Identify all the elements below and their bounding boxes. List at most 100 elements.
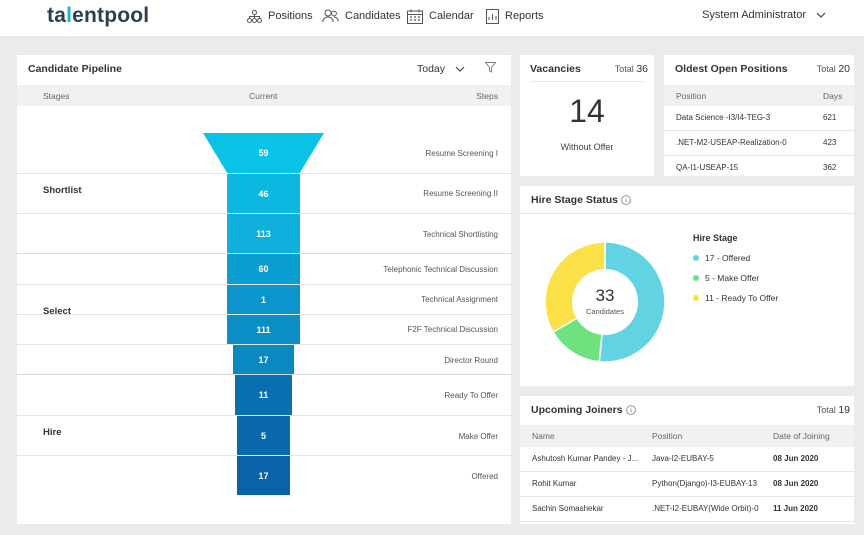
col-name: Name [532,431,555,441]
funnel-value: 46 [258,188,269,199]
calendar-icon [407,9,423,24]
nav-candidates-label: Candidates [345,10,401,22]
funnel-segment[interactable]: 1 [227,285,300,314]
funnel-segment[interactable]: 113 [227,214,300,253]
date-cell: 08 Jun 2020 [773,454,819,463]
position-cell: Python(Django)-I3-EUBAY-13 [652,479,757,488]
report-icon [486,8,499,24]
step-label: Make Offer [458,432,498,441]
stage-hire: Hire [43,427,62,438]
date-cell: 11 Jun 2020 [773,504,818,513]
funnel-segment[interactable]: 5 [237,416,290,455]
oldest-total: Total 20 [816,63,850,75]
pipeline-header: Stages Current Steps [17,85,511,106]
chevron-down-icon [455,66,465,72]
table-row[interactable]: Sachin Somashekar .NET-I2-EUBAY(Wide Orb… [520,497,854,522]
col-position: Position [652,431,683,441]
name-cell[interactable]: Sachin Somashekar [532,504,646,513]
donut-center-value: 33 [595,286,615,305]
talentpool-logo[interactable]: talentpool [47,4,149,28]
days-cell: 621 [823,113,837,122]
step-label: Ready To Offer [444,391,498,400]
position-cell[interactable]: QA-I1-USEAP-15 [676,163,816,172]
funnel-value: 1 [260,294,266,305]
legend-label: 5 - Make Offer [705,273,760,283]
legend-label: 11 - Ready To Offer [705,293,779,303]
nav-reports[interactable]: Reports [486,0,544,32]
nav-calendar[interactable]: Calendar [407,0,474,32]
joiners-title-wrap: Upcoming Joiners [531,404,636,416]
top-bar: talentpool Positions Candidates Calendar… [0,0,864,36]
user-menu[interactable]: System Administrator [702,9,826,21]
funnel-segment[interactable]: 17 [237,456,290,495]
position-cell[interactable]: Data Science -I3/I4-TEG-3 [676,113,816,122]
nav-candidates[interactable]: Candidates [322,0,401,32]
dot-icon [693,255,699,261]
legend-item-make-offer[interactable]: 5 - Make Offer [693,273,759,283]
funnel-segment[interactable]: 46 [227,174,300,213]
filter-icon[interactable] [485,62,496,73]
nav-positions[interactable]: Positions [247,0,313,32]
stage-shortlist: Shortlist [43,185,82,196]
legend-item-ready[interactable]: 11 - Ready To Offer [693,293,778,303]
table-row[interactable]: Rohit Kumar Python(Django)-I3-EUBAY-13 0… [520,472,854,497]
funnel-segment[interactable]: 17 [233,345,294,374]
funnel-value: 60 [258,264,269,274]
funnel-value: 59 [258,148,269,158]
table-row[interactable]: Ashutosh Kumar Pandey - J... Java-I2-EUB… [520,447,854,472]
nav-positions-label: Positions [268,10,313,22]
donut-center-label: Candidates [586,307,624,316]
vacancies-caption: Without Offer [560,142,614,152]
step-label: F2F Technical Discussion [407,325,498,334]
chevron-down-icon [816,12,826,18]
joiners-table-header: Name Position Date of Joining [520,425,854,447]
divider [530,81,644,82]
step-label: Resume Screening II [423,189,498,198]
vacancies-count[interactable]: 14 [520,93,654,130]
legend-item-offered[interactable]: 17 - Offered [693,253,750,263]
funnel-value: 17 [258,470,269,481]
oldest-table-header: Position Days [664,85,854,106]
period-value: Today [417,63,446,75]
pipeline-title: Candidate Pipeline [28,63,122,75]
position-cell[interactable]: .NET-M2-USEAP-Realization-0 [676,138,816,147]
col-days: Days [823,91,843,101]
funnel-segment[interactable]: 111 [227,315,300,344]
funnel-value: 17 [258,354,269,365]
people-icon [322,9,339,23]
step-label: Technical Assignment [421,295,498,304]
info-icon[interactable] [621,195,631,205]
joiners-total: Total 19 [816,404,850,416]
org-chart-icon [247,9,262,23]
hire-stage-title-wrap: Hire Stage Status [531,194,631,206]
table-row[interactable]: QA-I1-USEAP-15 362 [664,156,854,176]
col-current: Current [249,91,278,101]
vacancies-panel: Vacancies Total 36 14 Without Offer [520,55,654,176]
info-icon[interactable] [625,405,636,415]
name-cell[interactable]: Ashutosh Kumar Pandey - J... [532,454,646,463]
position-cell: .NET-I2-EUBAY(Wide Orbit)-0 [652,504,759,513]
funnel-segment[interactable]: 59 [203,133,324,173]
dot-icon [693,275,699,281]
table-row[interactable]: .NET-M2-USEAP-Realization-0 423 [664,131,854,156]
candidate-pipeline-panel: Candidate Pipeline Today Stages Current … [17,55,511,524]
funnel-segment[interactable]: 60 [227,254,300,284]
col-position: Position [676,91,707,101]
vacancies-title: Vacancies [530,63,581,75]
table-row[interactable]: Data Science -I3/I4-TEG-3 621 [664,106,854,131]
step-label: Director Round [444,356,498,365]
oldest-positions-panel: Oldest Open Positions Total 20 Position … [664,55,854,176]
funnel-segment[interactable]: 11 [235,375,292,415]
step-label: Technical Shortlisting [422,230,498,239]
legend-title: Hire Stage [693,233,738,243]
funnel-value: 111 [256,324,271,335]
vacancies-total: Total 36 [614,63,648,75]
dot-icon [693,295,699,301]
name-cell[interactable]: Rohit Kumar [532,479,646,488]
hire-stage-title: Hire Stage Status [531,194,618,206]
user-name: System Administrator [702,9,806,21]
period-dropdown[interactable]: Today [417,63,465,75]
upcoming-joiners-panel: Upcoming Joiners Total 19 Name Position … [520,396,854,524]
days-cell: 362 [823,163,837,172]
col-steps: Steps [476,91,498,101]
